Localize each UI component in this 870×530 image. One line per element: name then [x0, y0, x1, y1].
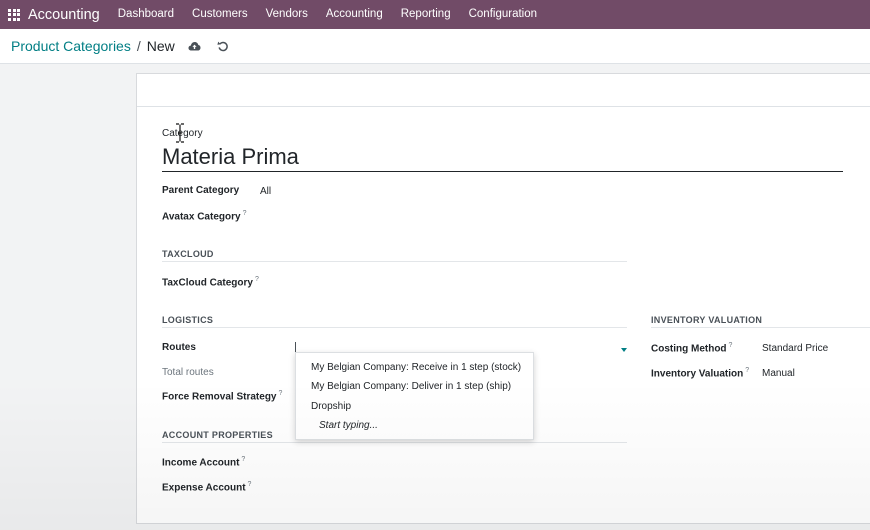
expense-account-label: Expense Account? [162, 481, 251, 493]
help-icon[interactable]: ? [248, 481, 252, 488]
taxcloud-category-label: TaxCloud Category? [162, 276, 259, 288]
inventory-valuation-value[interactable]: Manual [762, 368, 795, 379]
route-option[interactable]: My Belgian Company: Deliver in 1 step (s… [311, 381, 511, 392]
taxcloud-section-title: TAXCLOUD [162, 249, 214, 259]
menu-reporting[interactable]: Reporting [392, 0, 460, 29]
logistics-separator [162, 327, 627, 328]
sheet-header [137, 74, 870, 107]
costing-method-label: Costing Method? [651, 342, 732, 354]
costing-method-value[interactable]: Standard Price [762, 343, 828, 354]
breadcrumb-separator: / [136, 38, 141, 54]
force-removal-strategy-text: Force Removal Strategy [162, 391, 277, 403]
force-removal-strategy-label: Force Removal Strategy? [162, 390, 282, 402]
form-sheet: Category Materia Prima Parent Category A… [136, 73, 870, 524]
help-icon[interactable]: ? [279, 390, 283, 397]
taxcloud-separator [162, 261, 627, 262]
top-navbar: Accounting Dashboard Customers Vendors A… [0, 0, 870, 29]
parent-category-label: Parent Category [162, 185, 240, 196]
app-name[interactable]: Accounting [28, 7, 100, 23]
routes-label: Routes [162, 342, 196, 353]
help-icon[interactable]: ? [745, 367, 749, 374]
menu-accounting[interactable]: Accounting [317, 0, 392, 29]
logistics-section-title: LOGISTICS [162, 315, 214, 325]
inventory-valuation-label: Inventory Valuation? [651, 367, 749, 379]
start-typing-hint[interactable]: Start typing... [319, 420, 378, 431]
control-panel: Product Categories / New [0, 29, 870, 64]
inventory-valuation-text: Inventory Valuation [651, 368, 744, 380]
inventory-valuation-separator [651, 327, 870, 328]
expense-account-text: Expense Account [162, 482, 246, 494]
cloud-upload-icon[interactable] [187, 38, 203, 54]
breadcrumb-product-categories[interactable]: Product Categories [11, 38, 131, 54]
category-name-input[interactable]: Materia Prima [162, 144, 843, 172]
total-routes-label: Total routes [162, 367, 214, 378]
route-option[interactable]: Dropship [311, 401, 351, 412]
costing-method-text: Costing Method [651, 343, 727, 355]
menu-configuration[interactable]: Configuration [460, 0, 546, 29]
routes-dropdown-toggle-icon[interactable] [621, 348, 627, 352]
apps-menu-icon[interactable] [0, 0, 28, 29]
menu-dashboard[interactable]: Dashboard [109, 0, 183, 29]
parent-category-value[interactable]: All [260, 186, 271, 197]
help-icon[interactable]: ? [729, 342, 733, 349]
taxcloud-category-text: TaxCloud Category [162, 277, 253, 289]
income-account-text: Income Account [162, 457, 240, 469]
routes-autocomplete-dropdown: My Belgian Company: Receive in 1 step (s… [295, 352, 534, 440]
discard-icon[interactable] [215, 38, 231, 54]
avatax-category-label: Avatax Category? [162, 210, 246, 222]
account-properties-section-title: ACCOUNT PROPERTIES [162, 430, 273, 440]
menu-vendors[interactable]: Vendors [257, 0, 317, 29]
help-icon[interactable]: ? [241, 456, 245, 463]
menu-customers[interactable]: Customers [183, 0, 257, 29]
help-icon[interactable]: ? [255, 276, 259, 283]
text-cursor-icon [175, 123, 185, 143]
breadcrumb-current: New [146, 38, 175, 54]
route-option[interactable]: My Belgian Company: Receive in 1 step (s… [311, 362, 521, 373]
account-properties-separator [162, 442, 627, 443]
inventory-valuation-section-title: INVENTORY VALUATION [651, 315, 763, 325]
income-account-label: Income Account? [162, 456, 245, 468]
help-icon[interactable]: ? [243, 210, 247, 217]
avatax-category-text: Avatax Category [162, 211, 241, 223]
